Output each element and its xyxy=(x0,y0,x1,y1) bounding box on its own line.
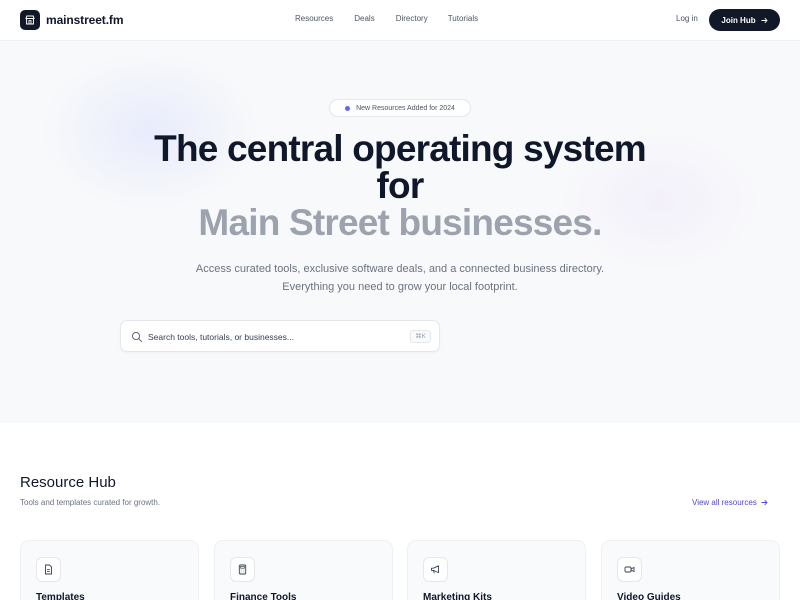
video-icon xyxy=(617,557,642,582)
card-title: Finance Tools xyxy=(230,592,297,600)
resource-card-video-guides[interactable]: Video Guides xyxy=(601,540,780,600)
announcement-badge[interactable]: New Resources Added for 2024 xyxy=(329,99,471,117)
hero-subtext: Access curated tools, exclusive software… xyxy=(195,263,605,293)
resource-card-templates[interactable]: Templates xyxy=(20,540,199,600)
keyboard-shortcut-hint: ⌘K xyxy=(410,330,431,343)
resource-card-finance-tools[interactable]: Finance Tools xyxy=(214,540,393,600)
badge-text: New Resources Added for 2024 xyxy=(356,104,455,112)
login-link[interactable]: Log in xyxy=(676,14,698,23)
resource-card-marketing-kits[interactable]: Marketing Kits xyxy=(407,540,586,600)
arrow-right-icon xyxy=(761,17,768,23)
badge-dot xyxy=(345,105,351,111)
brand-logo[interactable]: mainstreet.fm xyxy=(20,10,124,30)
resource-hub-title: Resource Hub xyxy=(20,474,116,491)
search-bar[interactable]: ⌘K xyxy=(120,320,440,352)
hero-headline: The central operating system for Main St… xyxy=(0,130,800,241)
join-hub-label: Join Hub xyxy=(721,15,756,25)
document-icon xyxy=(36,557,61,582)
nav-link-directory[interactable]: Directory xyxy=(396,14,428,23)
search-icon xyxy=(131,331,143,343)
arrow-right-icon xyxy=(761,499,768,506)
view-all-label: View all resources xyxy=(692,498,757,507)
nav-link-deals[interactable]: Deals xyxy=(354,14,374,23)
headline-line-2: Main Street businesses. xyxy=(198,202,602,243)
search-input[interactable] xyxy=(148,328,408,346)
card-title: Video Guides xyxy=(617,592,681,600)
brand-name: mainstreet.fm xyxy=(46,13,124,27)
megaphone-icon xyxy=(423,557,448,582)
primary-nav: Resources Deals Directory Tutorials xyxy=(295,14,478,23)
resource-hub-subtitle: Tools and templates curated for growth. xyxy=(20,498,161,507)
hero-section: New Resources Added for 2024 The central… xyxy=(0,41,800,423)
storefront-icon xyxy=(20,10,40,30)
calculator-icon xyxy=(230,557,255,582)
card-title: Marketing Kits xyxy=(423,592,492,600)
join-hub-button[interactable]: Join Hub xyxy=(709,9,780,31)
card-title: Templates xyxy=(36,592,85,600)
top-nav: mainstreet.fm Resources Deals Directory … xyxy=(0,0,800,41)
nav-link-resources[interactable]: Resources xyxy=(295,14,333,23)
headline-line-1: The central operating system for xyxy=(154,128,646,206)
view-all-resources-link[interactable]: View all resources xyxy=(692,498,768,507)
nav-link-tutorials[interactable]: Tutorials xyxy=(448,14,478,23)
